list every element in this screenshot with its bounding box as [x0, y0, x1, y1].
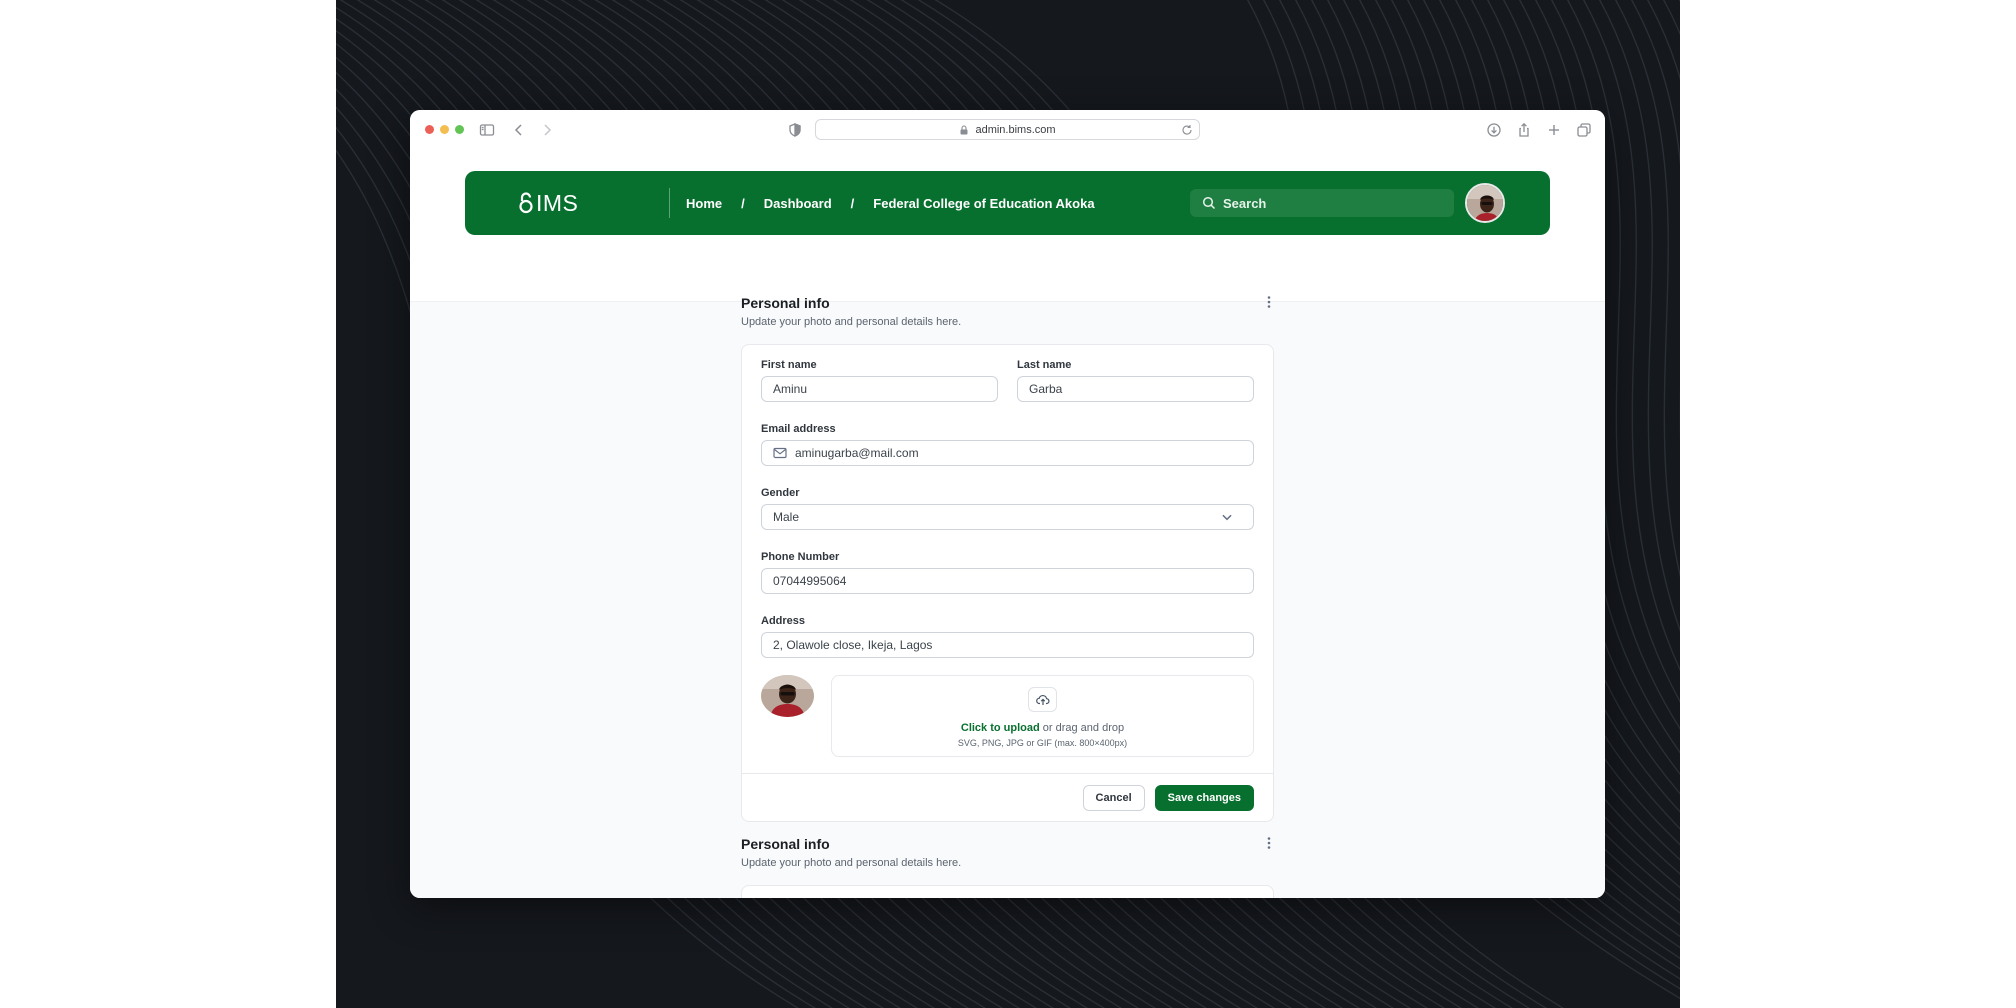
mail-icon [773, 447, 787, 459]
address-value: 2, Olawole close, Ikeja, Lagos [773, 638, 933, 652]
last-name-field[interactable]: Garba [1017, 376, 1254, 402]
section-title: Personal info [741, 836, 830, 852]
logo-text: IMS [536, 189, 579, 216]
email-value: aminugarba@mail.com [795, 446, 919, 460]
back-icon[interactable] [509, 120, 529, 140]
personal-info-section-2: Personal info Update your photo and pers… [741, 836, 1275, 898]
email-field[interactable]: aminugarba@mail.com [761, 440, 1254, 466]
address-label: Address [761, 615, 806, 627]
lock-icon [960, 124, 968, 134]
browser-toolbar: admin.bims.com [410, 110, 1605, 150]
breadcrumb-dashboard[interactable]: Dashboard [764, 196, 832, 211]
close-window-button[interactable] [425, 125, 434, 134]
personal-info-card-2 [741, 885, 1274, 898]
download-icon[interactable] [1484, 120, 1504, 140]
breadcrumb: Home / Dashboard / Federal College of Ed… [686, 171, 1095, 235]
wallpaper-wave [1646, 0, 1680, 82]
chevron-down-icon [1222, 514, 1232, 521]
plus-icon[interactable] [1544, 120, 1564, 140]
section-subtitle: Update your photo and personal details h… [741, 316, 962, 328]
shield-icon[interactable] [785, 120, 805, 140]
first-name-value: Aminu [773, 382, 808, 396]
profile-photo [761, 675, 814, 717]
upload-hint: SVG, PNG, JPG or GIF (max. 800×400px) [957, 738, 1128, 748]
reload-icon[interactable] [1181, 124, 1193, 136]
browser-window: admin.bims.com IMS Home / Dashboard / Fe… [410, 110, 1605, 898]
sidebar-icon[interactable] [477, 120, 497, 140]
search-icon [1202, 196, 1216, 210]
save-changes-button[interactable]: Save changes [1154, 784, 1254, 811]
breadcrumb-separator: / [850, 195, 855, 211]
maximize-window-button[interactable] [455, 125, 464, 134]
first-name-field[interactable]: Aminu [761, 376, 998, 402]
card-footer: Cancel Save changes [742, 773, 1273, 821]
last-name-value: Garba [1029, 382, 1063, 396]
search-placeholder: Search [1223, 195, 1267, 211]
breadcrumb-separator: / [741, 195, 745, 211]
last-name-label: Last name [1017, 359, 1072, 371]
email-label: Email address [761, 423, 836, 435]
personal-info-card: First name Aminu Last name Garba Email a… [741, 344, 1274, 822]
upload-drag-text: or drag and drop [1039, 722, 1125, 734]
upload-cloud-icon [1028, 687, 1057, 712]
gender-label: Gender [761, 487, 800, 499]
bims-logo[interactable]: IMS [517, 189, 579, 216]
breadcrumb-home[interactable]: Home [686, 196, 722, 211]
top-navbar: IMS Home / Dashboard / Federal College o… [465, 171, 1550, 235]
search-input[interactable]: Search [1190, 189, 1454, 217]
page-content: IMS Home / Dashboard / Federal College o… [410, 150, 1605, 898]
first-name-label: First name [761, 359, 817, 371]
user-avatar[interactable] [1465, 183, 1505, 223]
tabs-icon[interactable] [1574, 120, 1594, 140]
forward-icon[interactable] [537, 120, 557, 140]
kebab-icon[interactable] [1263, 295, 1275, 309]
avatar-photo [1467, 185, 1503, 221]
minimize-window-button[interactable] [440, 125, 449, 134]
url-text: admin.bims.com [975, 123, 1056, 136]
upload-instruction: Click to upload or drag and drop [961, 722, 1124, 734]
gender-select[interactable]: Male [761, 504, 1254, 530]
address-field[interactable]: 2, Olawole close, Ikeja, Lagos [761, 632, 1254, 658]
phone-value: 07044995064 [773, 574, 847, 588]
wallpaper-wave [1662, 0, 1680, 36]
cancel-button[interactable]: Cancel [1082, 784, 1145, 811]
kebab-icon[interactable] [1263, 836, 1275, 850]
address-bar[interactable]: admin.bims.com [815, 119, 1200, 140]
breadcrumb-current[interactable]: Federal College of Education Akoka [873, 196, 1094, 211]
phone-label: Phone Number [761, 551, 840, 563]
gender-value: Male [773, 510, 800, 524]
file-dropzone[interactable]: Click to upload or drag and drop SVG, PN… [831, 675, 1254, 757]
wallpaper-wave [1678, 0, 1680, 3]
section-title: Personal info [741, 295, 830, 311]
phone-field[interactable]: 07044995064 [761, 568, 1254, 594]
profile-photo-image [761, 675, 814, 717]
nav-divider [669, 188, 670, 218]
share-icon[interactable] [1514, 120, 1534, 140]
logo-mark-icon [519, 192, 533, 214]
section-subtitle: Update your photo and personal details h… [741, 857, 962, 869]
click-to-upload-link[interactable]: Click to upload [961, 722, 1040, 734]
header-area: IMS Home / Dashboard / Federal College o… [410, 150, 1605, 302]
personal-info-section: Personal info Update your photo and pers… [741, 295, 1275, 822]
